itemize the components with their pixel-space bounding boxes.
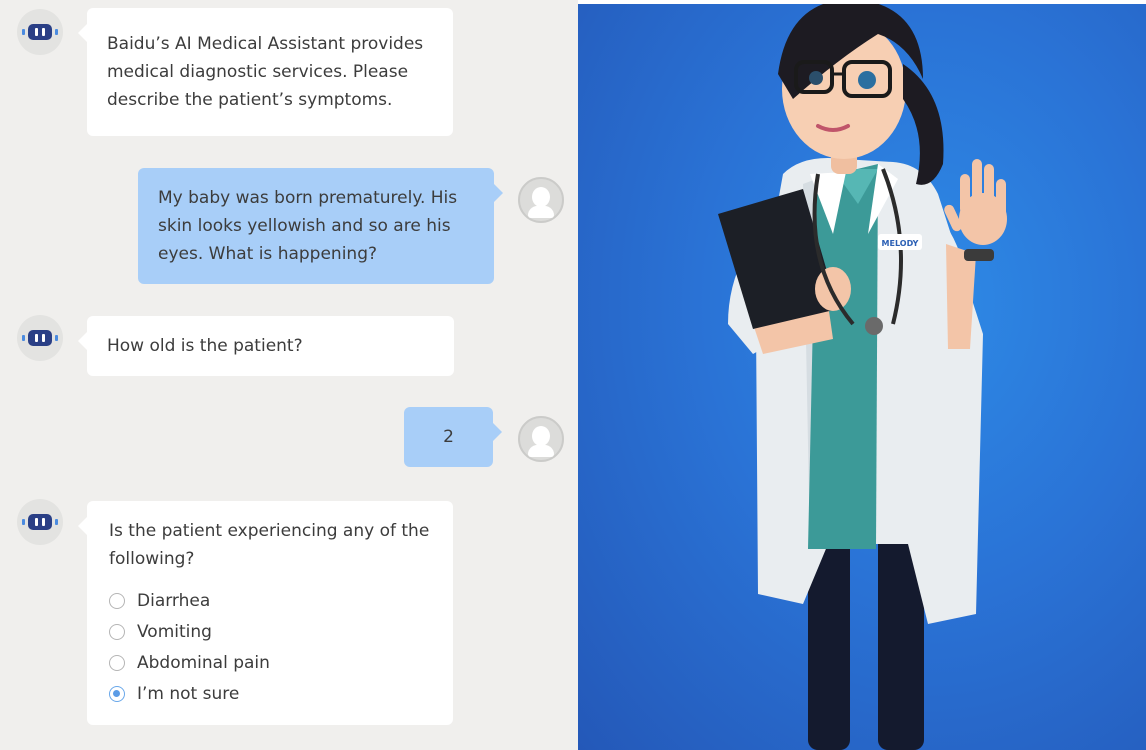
assistant-avatar — [17, 9, 63, 55]
robot-ear-icon — [22, 519, 25, 525]
user-icon — [532, 187, 550, 207]
radio-unchecked-icon[interactable] — [109, 592, 125, 609]
assistant-message-text: How old is the patient? — [107, 336, 303, 356]
option-diarrhea[interactable]: Diarrhea — [109, 585, 433, 616]
user-message-text: My baby was born prematurely. His skin l… — [158, 188, 458, 264]
assistant-message-bubble: Baidu’s AI Medical Assistant provides me… — [78, 8, 453, 136]
symptom-options: Diarrhea Vomiting Abdominal pain I’m not… — [109, 585, 433, 709]
teal-shirt — [808, 164, 878, 549]
robot-ear-icon — [22, 29, 25, 35]
radio-unchecked-icon[interactable] — [109, 623, 125, 640]
assistant-question-bubble: Is the patient experiencing any of the f… — [78, 501, 453, 725]
robot-ear-icon — [22, 335, 25, 341]
user-message-bubble: My baby was born prematurely. His skin l… — [138, 168, 503, 284]
option-vomiting[interactable]: Vomiting — [109, 616, 433, 647]
option-not-sure[interactable]: I’m not sure — [109, 678, 433, 709]
name-badge: MELODY — [882, 239, 919, 248]
option-abdominal-pain[interactable]: Abdominal pain — [109, 647, 433, 678]
assistant-avatar — [17, 499, 63, 545]
waving-hand — [944, 159, 1007, 245]
radio-unchecked-icon[interactable] — [109, 654, 125, 671]
robot-ear-icon — [55, 335, 58, 341]
robot-ear-icon — [55, 519, 58, 525]
user-icon — [532, 426, 550, 446]
option-label: I’m not sure — [137, 683, 240, 704]
assistant-message-bubble: How old is the patient? — [78, 316, 454, 376]
assistant-message-text: Baidu’s AI Medical Assistant provides me… — [107, 34, 424, 110]
doctor-legs — [808, 524, 924, 750]
robot-icon — [28, 24, 52, 40]
robot-icon — [28, 330, 52, 346]
doctor-illustration-panel: MELODY — [578, 4, 1146, 750]
option-label: Diarrhea — [137, 590, 211, 611]
user-avatar — [518, 416, 564, 462]
user-avatar — [518, 177, 564, 223]
assistant-question-text: Is the patient experiencing any of the f… — [109, 521, 430, 569]
user-message-bubble: 2 — [404, 407, 502, 467]
option-label: Abdominal pain — [137, 652, 270, 673]
robot-ear-icon — [55, 29, 58, 35]
assistant-avatar — [17, 315, 63, 361]
option-label: Vomiting — [137, 621, 212, 642]
doctor-illustration: MELODY — [718, 4, 1007, 750]
robot-icon — [28, 514, 52, 530]
chat-pane: Baidu’s AI Medical Assistant provides me… — [0, 0, 578, 750]
user-message-text: 2 — [443, 427, 454, 447]
radio-checked-icon[interactable] — [109, 685, 125, 702]
